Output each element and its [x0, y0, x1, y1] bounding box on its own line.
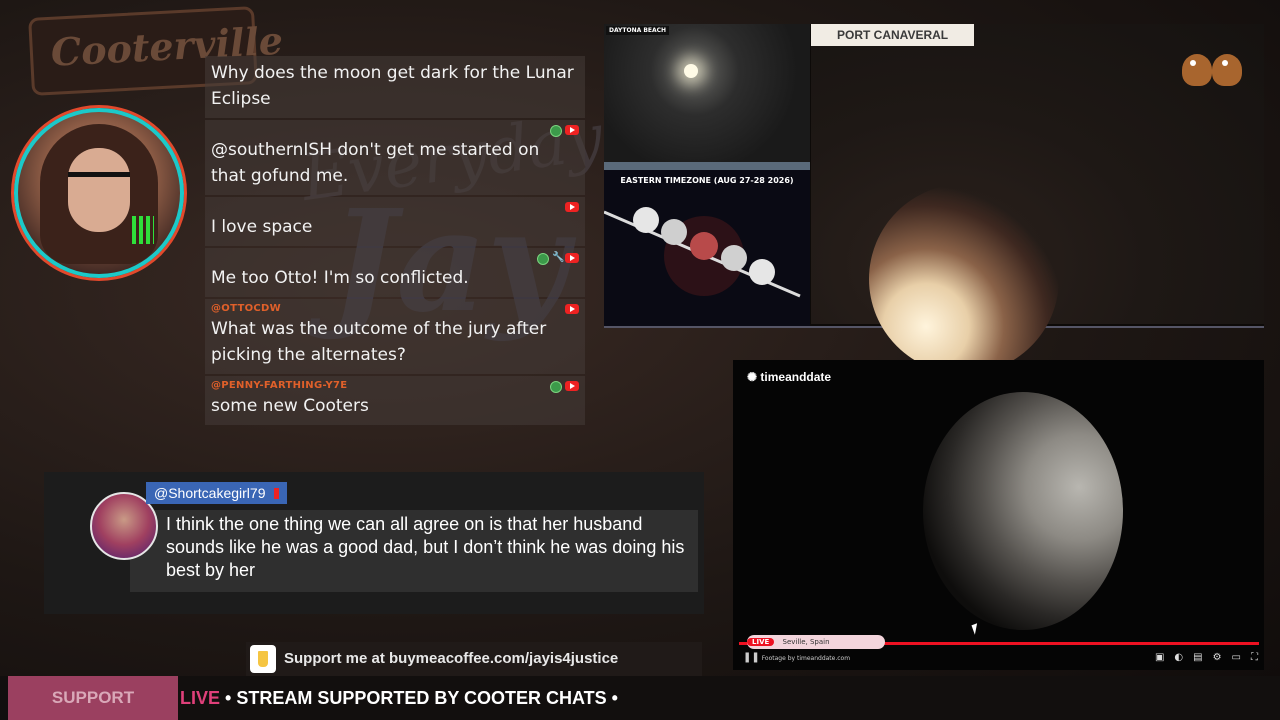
daytona-camera: DAYTONA BEACH: [604, 24, 810, 162]
timeanddate-stream: ✺ timeanddate LIVE Seville, Spain ❚❚ Foo…: [733, 360, 1264, 670]
coffee-support-text: Support me at buymeacoffee.com/jayis4jus…: [284, 650, 619, 667]
timeanddate-logo: ✺ timeanddate: [747, 370, 832, 384]
support-label: SUPPORT: [8, 676, 178, 720]
chat-username: @PENNY-FARTHING-Y7E: [211, 380, 348, 391]
youtube-icon: [565, 381, 579, 391]
partial-eclipse-moon: [923, 392, 1123, 630]
audio-level-bars: [132, 216, 154, 244]
location-label: Seville, Spain: [782, 638, 830, 646]
streamer-avatar: [14, 108, 184, 278]
chat-message: I love space: [205, 197, 585, 246]
chat-message-text: Me too Otto! I'm so conflicted.: [211, 268, 469, 288]
moon-glow: [684, 64, 698, 78]
ticker-live: LIVE: [180, 688, 221, 708]
settings-gear-icon[interactable]: ⚙: [1213, 652, 1222, 663]
port-canaveral-camera: PORT CANAVERAL: [811, 24, 1264, 374]
youtube-icon: [565, 202, 579, 212]
eclipse-title: EASTERN TIMEZONE (AUG 27-28 2026): [620, 176, 794, 185]
fullscreen-icon[interactable]: ⛶: [1251, 652, 1258, 663]
chat-username: [211, 200, 579, 214]
mouse-cursor-icon: [971, 623, 981, 635]
buymeacoffee-banner: Support me at buymeacoffee.com/jayis4jus…: [246, 642, 702, 676]
live-badge: LIVE: [747, 638, 775, 646]
chat-username: @OTTOCDW: [211, 303, 281, 314]
chat-message: @OTTOCDW What was the outcome of the jur…: [205, 299, 585, 374]
youtube-icon: [565, 125, 579, 135]
port-canaveral-label: PORT CANAVERAL: [811, 24, 975, 46]
eclipse-path-diagram: [604, 207, 801, 298]
featured-comment: I think the one thing we can all agree o…: [44, 472, 704, 614]
eclipsed-moon: [869, 184, 1059, 374]
daytona-label: DAYTONA BEACH: [606, 26, 670, 35]
sunburst-icon: ✺: [747, 370, 758, 384]
member-badge-icon: [550, 381, 562, 393]
bottom-ticker: SUPPORT LIVE • STREAM SUPPORTED BY COOTE…: [0, 676, 1280, 720]
chat-message: @PENNY-FARTHING-Y7E some new Cooters: [205, 376, 585, 425]
member-badge-icon: [550, 125, 562, 137]
chat-message: Why does the moon get dark for the Lunar…: [205, 56, 585, 118]
featured-username: @Shortcakegirl79: [146, 482, 287, 504]
chat-message-text: Why does the moon get dark for the Lunar…: [211, 63, 574, 109]
mascot-logo-icon: [1180, 46, 1246, 90]
miniplayer-icon[interactable]: ▣: [1155, 652, 1164, 663]
ticker-message: • STREAM SUPPORTED BY COOTER CHATS •: [220, 688, 618, 708]
coffee-cup-icon: [250, 645, 276, 673]
youtube-icon: [565, 253, 579, 263]
wrench-icon: 🔧: [552, 252, 565, 263]
chat-message-text: some new Cooters: [211, 396, 369, 416]
flag-icon: [273, 488, 279, 499]
chat-username: [211, 251, 579, 265]
ticker-text: LIVE • STREAM SUPPORTED BY COOTER CHATS …: [180, 676, 618, 720]
captions-icon[interactable]: ▤: [1193, 652, 1202, 663]
chat-message: @southernISH don't get me started on tha…: [205, 120, 585, 195]
featured-comment-text: I think the one thing we can all agree o…: [166, 514, 685, 580]
theater-icon[interactable]: ▭: [1232, 652, 1241, 663]
chat-message-text: @southernISH don't get me started on tha…: [211, 140, 540, 186]
live-location-pill: LIVE Seville, Spain: [747, 635, 885, 649]
youtube-icon: [565, 304, 579, 314]
live-chat: Why does the moon get dark for the Lunar…: [205, 56, 585, 427]
eclipse-camera-feed: DAYTONA BEACH EASTERN TIMEZONE (AUG 27-2…: [604, 24, 1264, 374]
footage-credit: Footage by timeanddate.com: [761, 655, 851, 662]
chat-message: 🔧 Me too Otto! I'm so conflicted.: [205, 248, 585, 297]
chat-message-text: What was the outcome of the jury after p…: [211, 319, 547, 365]
eclipse-timeline-graphic: EASTERN TIMEZONE (AUG 27-28 2026): [604, 170, 810, 326]
featured-comment-box: I think the one thing we can all agree o…: [130, 510, 698, 592]
member-badge-icon: [537, 253, 549, 265]
autoplay-toggle-icon[interactable]: ◐: [1174, 652, 1183, 663]
pause-icon[interactable]: ❚❚: [743, 652, 760, 663]
chat-message-text: I love space: [211, 217, 313, 237]
player-controls: ▣ ◐ ▤ ⚙ ▭ ⛶: [1155, 652, 1258, 663]
chat-username: [211, 123, 579, 137]
